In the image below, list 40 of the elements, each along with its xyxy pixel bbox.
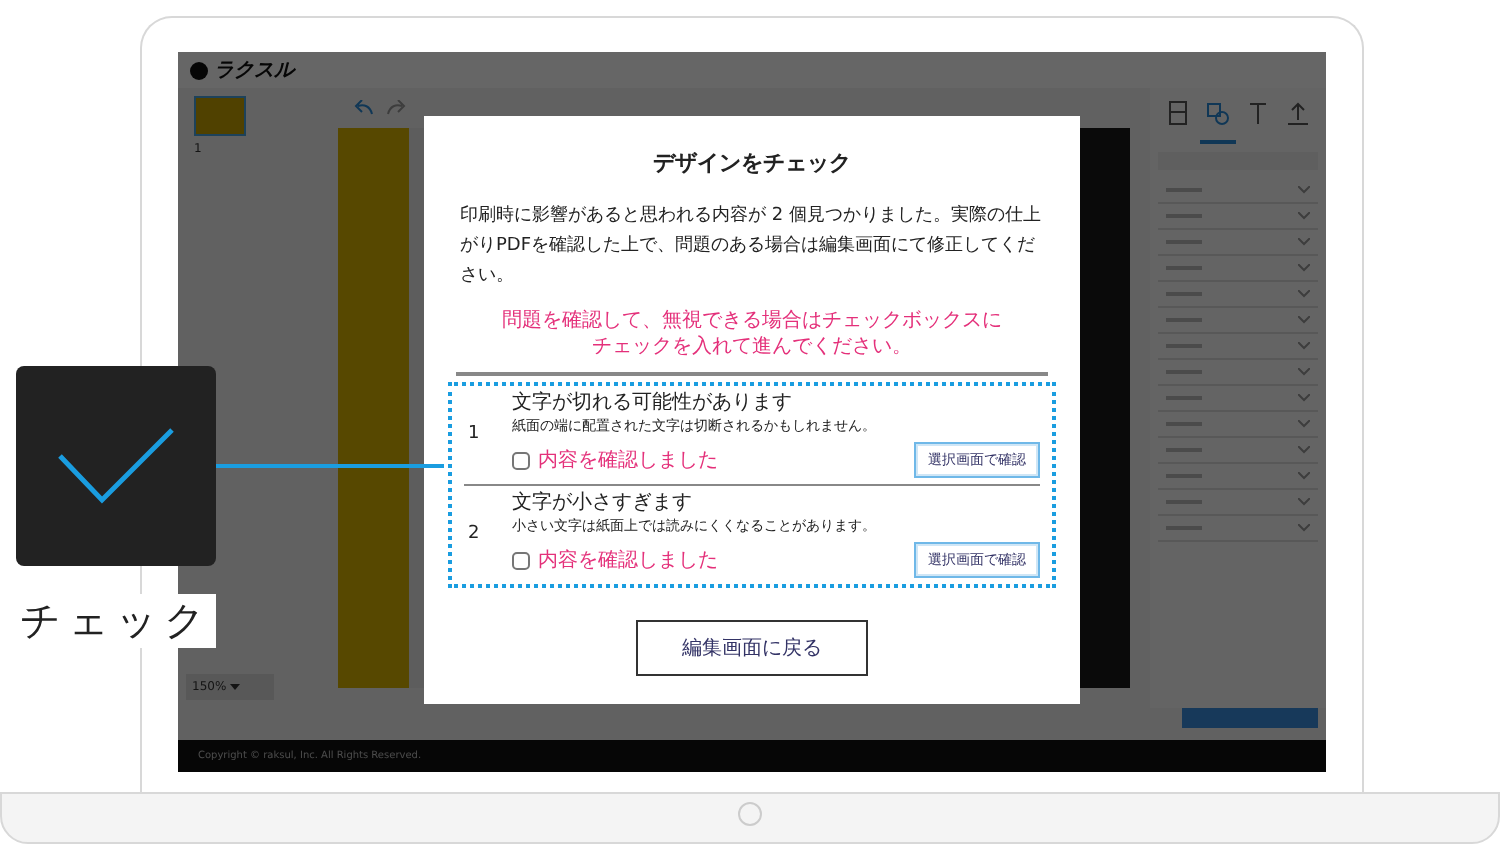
- issue-title: 文字が小さすぎます: [512, 490, 694, 516]
- chevron-icon[interactable]: [1298, 498, 1310, 506]
- redo-icon[interactable]: [386, 100, 406, 116]
- chevron-icon[interactable]: [1298, 238, 1310, 246]
- chevron-icon[interactable]: [1298, 316, 1310, 324]
- undo-icon[interactable]: [354, 100, 374, 116]
- shapes-icon: [1204, 100, 1232, 128]
- chevron-icon[interactable]: [1298, 446, 1310, 454]
- confirm-checkbox[interactable]: [512, 551, 530, 569]
- back-to-editor-button[interactable]: 編集画面に戻る: [636, 620, 868, 676]
- callout-label: チェック: [20, 594, 216, 648]
- chevron-icon[interactable]: [1298, 212, 1310, 220]
- chevron-icon[interactable]: [1298, 524, 1310, 532]
- confirm-label[interactable]: 内容を確認しました: [538, 546, 718, 574]
- chevron-icon[interactable]: [1298, 342, 1310, 350]
- issue-title: 文字が切れる可能性があります: [512, 390, 794, 416]
- issue-number: 2: [466, 524, 482, 544]
- chevron-icon[interactable]: [1298, 472, 1310, 480]
- chevron-icon[interactable]: [1298, 394, 1310, 402]
- page-thumbnail[interactable]: [194, 96, 246, 136]
- logo-mark-icon: [190, 61, 208, 79]
- layout-icon: [1164, 100, 1192, 128]
- upload-icon: [1284, 100, 1312, 128]
- circle-logo-icon: [738, 802, 762, 826]
- notice-text: 問題を確認して、無視できる場合はチェックボックスにチェックを入れて進んでください。: [502, 308, 1002, 360]
- chevron-icon[interactable]: [1298, 290, 1310, 298]
- issue-number: 1: [466, 424, 482, 444]
- confirm-label[interactable]: 内容を確認しました: [538, 446, 718, 474]
- logo-text[interactable]: ラクスル: [214, 56, 294, 84]
- chevron-icon[interactable]: [1298, 420, 1310, 428]
- dialog-title: デザインをチェック: [653, 148, 851, 178]
- chevron-icon[interactable]: [1298, 186, 1310, 194]
- chevron-icon[interactable]: [1298, 264, 1310, 272]
- caret-icon: [230, 684, 241, 690]
- submit-button[interactable]: [1182, 708, 1318, 728]
- text-icon: [1244, 100, 1272, 128]
- dialog-message: 印刷時に影響があると思われる内容が 2 個見つかりました。実際の仕上がりPDFを確認した上で、問題のある場合は編集画面にて修正してください。: [460, 203, 1043, 290]
- checkmark-icon: [58, 428, 174, 504]
- confirm-checkbox[interactable]: [512, 451, 530, 469]
- chevron-icon[interactable]: [1298, 368, 1310, 376]
